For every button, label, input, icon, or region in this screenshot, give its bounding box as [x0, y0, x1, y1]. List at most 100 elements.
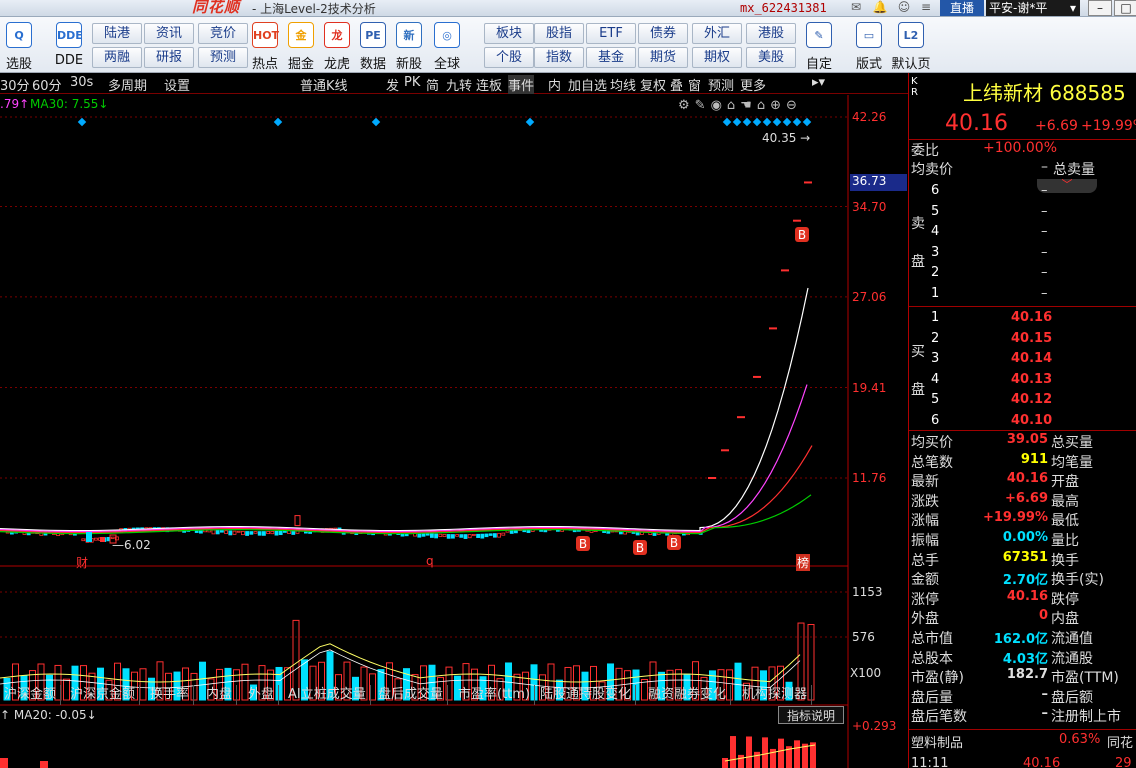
chart-tool-2[interactable]: PK — [404, 75, 420, 90]
default-page-icon[interactable]: L2 — [898, 22, 924, 48]
sell-price[interactable]: – — [1041, 245, 1048, 260]
indicator-tab-7[interactable]: 盘后成交量 — [374, 685, 449, 705]
hand-icon[interactable]: ☚ — [740, 98, 757, 113]
toolbar-button-13[interactable]: 个股 — [484, 47, 534, 68]
indicator-tab-5[interactable]: 外盘 — [244, 685, 280, 705]
toolbar-button-16[interactable]: 期货 — [638, 47, 688, 68]
indicator-tab-6[interactable]: AI立桩成交量 — [284, 685, 371, 705]
sector-name[interactable]: 塑料制品 — [911, 732, 963, 751]
layout-icon[interactable]: ▭ — [856, 22, 882, 48]
chart-tool-12[interactable]: 窗 — [688, 75, 701, 94]
sector-more[interactable]: 同花 — [1107, 732, 1133, 751]
toolbar-button-11[interactable]: 研报 — [144, 47, 194, 68]
sell-price[interactable]: – — [1041, 224, 1048, 239]
indicator-tab-2[interactable]: 沪深京金额 — [66, 685, 141, 705]
candle — [245, 531, 250, 536]
kline-type-select[interactable]: 普通K线 — [300, 75, 348, 94]
sell-price[interactable]: – — [1041, 286, 1048, 301]
person-icon[interactable]: ☺ — [896, 0, 912, 15]
period-1[interactable]: 30分 — [0, 75, 30, 94]
chart-tool-8[interactable]: 加自选 — [568, 75, 607, 94]
live-button[interactable]: 直播 — [940, 0, 984, 16]
dde-icon[interactable]: DDE — [56, 22, 83, 48]
zoom-out-icon[interactable]: ⊖ — [786, 98, 802, 113]
indicator-tab-10[interactable]: 融资融券变化 — [644, 685, 732, 705]
username[interactable]: mx_622431381 — [740, 1, 827, 15]
buy-price[interactable]: 40.14 — [1011, 351, 1052, 366]
chart-tool-4[interactable]: 九转 — [446, 75, 472, 94]
indicator-tab-11[interactable]: 机构探测器 — [738, 685, 813, 705]
toolbar-button-5[interactable]: 股指 — [534, 23, 584, 44]
toolbar-button-12[interactable]: 预测 — [198, 47, 248, 68]
sell-price[interactable]: – — [1041, 265, 1048, 280]
stat-value: 2.70亿 — [1002, 573, 1048, 589]
hot-icon[interactable]: HOT — [252, 22, 279, 48]
pen-icon[interactable]: ✎ — [695, 98, 711, 113]
toolbar-button-6[interactable]: ETF — [586, 23, 636, 44]
account-dropdown[interactable]: 平安-谢*平 ▾ — [986, 0, 1080, 16]
period-5[interactable]: 设置 — [164, 75, 190, 94]
indicator-tab-4[interactable]: 内盘 — [202, 685, 238, 705]
eye-icon[interactable]: ◉ — [711, 98, 727, 113]
chart-tool-5[interactable]: 连板 — [476, 75, 502, 94]
toolbar-button-17[interactable]: 期权 — [692, 47, 742, 68]
search-icon[interactable]: Q — [6, 22, 32, 48]
gift-icon[interactable]: ⌂ — [727, 98, 740, 113]
period-3[interactable]: 30s — [70, 75, 93, 90]
newstock-icon[interactable]: 新 — [396, 22, 422, 48]
custom-icon[interactable]: ✎ — [806, 22, 832, 48]
toolbar-button-9[interactable]: 港股 — [746, 23, 796, 44]
period-2[interactable]: 60分 — [32, 75, 62, 94]
volume-unit: X100 — [850, 666, 882, 680]
expand-icon[interactable]: ▸▾ — [812, 75, 825, 90]
toolbar-button-4[interactable]: 板块 — [484, 23, 534, 44]
toolbar-button-8[interactable]: 外汇 — [692, 23, 742, 44]
chart-tool-9[interactable]: 均线 — [610, 75, 636, 94]
event-ranking[interactable]: 榜 — [796, 554, 811, 571]
chart-tool-10[interactable]: 复权 — [640, 75, 666, 94]
chart-tool-1[interactable]: 发 — [386, 75, 399, 94]
maximize-button[interactable]: □ — [1114, 0, 1136, 16]
toolbar-button-7[interactable]: 债券 — [638, 23, 688, 44]
indicator-tab-1[interactable]: 沪深金额 — [0, 685, 62, 705]
chart-tool-6[interactable]: 事件 — [508, 75, 535, 94]
zoom-in-icon[interactable]: ⊕ — [770, 98, 786, 113]
buy-price[interactable]: 40.16 — [1011, 310, 1052, 325]
buy-price[interactable]: 40.13 — [1011, 372, 1052, 387]
period-4[interactable]: 多周期 — [108, 75, 147, 94]
toolbar-button-10[interactable]: 两融 — [92, 47, 142, 68]
sell-price[interactable]: – — [1041, 183, 1048, 198]
event-q[interactable]: q — [426, 554, 434, 568]
chart-tool-3[interactable]: 简 — [426, 75, 439, 94]
toolbar-button-18[interactable]: 美股 — [746, 47, 796, 68]
globe-icon[interactable]: ◎ — [434, 22, 460, 48]
indicator-tab-8[interactable]: 市盈率(ttm) — [454, 685, 536, 705]
indicator-tab-9[interactable]: 陆股通持股变化 — [536, 685, 637, 705]
chart-tool-7[interactable]: 内 — [548, 75, 561, 94]
buy-price[interactable]: 40.15 — [1011, 331, 1052, 346]
toolbar-button-14[interactable]: 指数 — [534, 47, 584, 68]
minimize-button[interactable]: – — [1088, 0, 1112, 16]
gold-icon[interactable]: 金 — [288, 22, 314, 48]
event-earnings[interactable]: 财 — [76, 554, 88, 571]
indicator-tab-3[interactable]: 换手率 — [146, 685, 195, 705]
toolbar-button-3[interactable]: 竞价 — [198, 23, 248, 44]
buy-price[interactable]: 40.12 — [1011, 392, 1052, 407]
toolbar-button-1[interactable]: 陆港 — [92, 23, 142, 44]
kline-chart[interactable]: B B B B — [0, 73, 908, 768]
settings-icon[interactable]: ⚙ — [678, 98, 695, 113]
dragon-icon[interactable]: 龙 — [324, 22, 350, 48]
lock-icon[interactable]: ⌂ — [757, 98, 770, 113]
toolbar-button-2[interactable]: 资讯 — [144, 23, 194, 44]
chart-tool-14[interactable]: 更多 — [740, 75, 766, 94]
data-icon[interactable]: PE — [360, 22, 386, 48]
mail-icon[interactable]: ✉ — [848, 0, 864, 15]
indicator-help-button[interactable]: 指标说明 — [778, 706, 844, 724]
toolbar-button-15[interactable]: 基金 — [586, 47, 636, 68]
chart-tool-11[interactable]: 叠 — [670, 75, 683, 94]
menu-icon[interactable]: ≡ — [918, 0, 934, 15]
bell-icon[interactable]: 🔔 — [872, 0, 888, 15]
buy-price[interactable]: 40.10 — [1011, 413, 1052, 428]
sell-price[interactable]: – — [1041, 204, 1048, 219]
chart-tool-13[interactable]: 预测 — [708, 75, 734, 94]
